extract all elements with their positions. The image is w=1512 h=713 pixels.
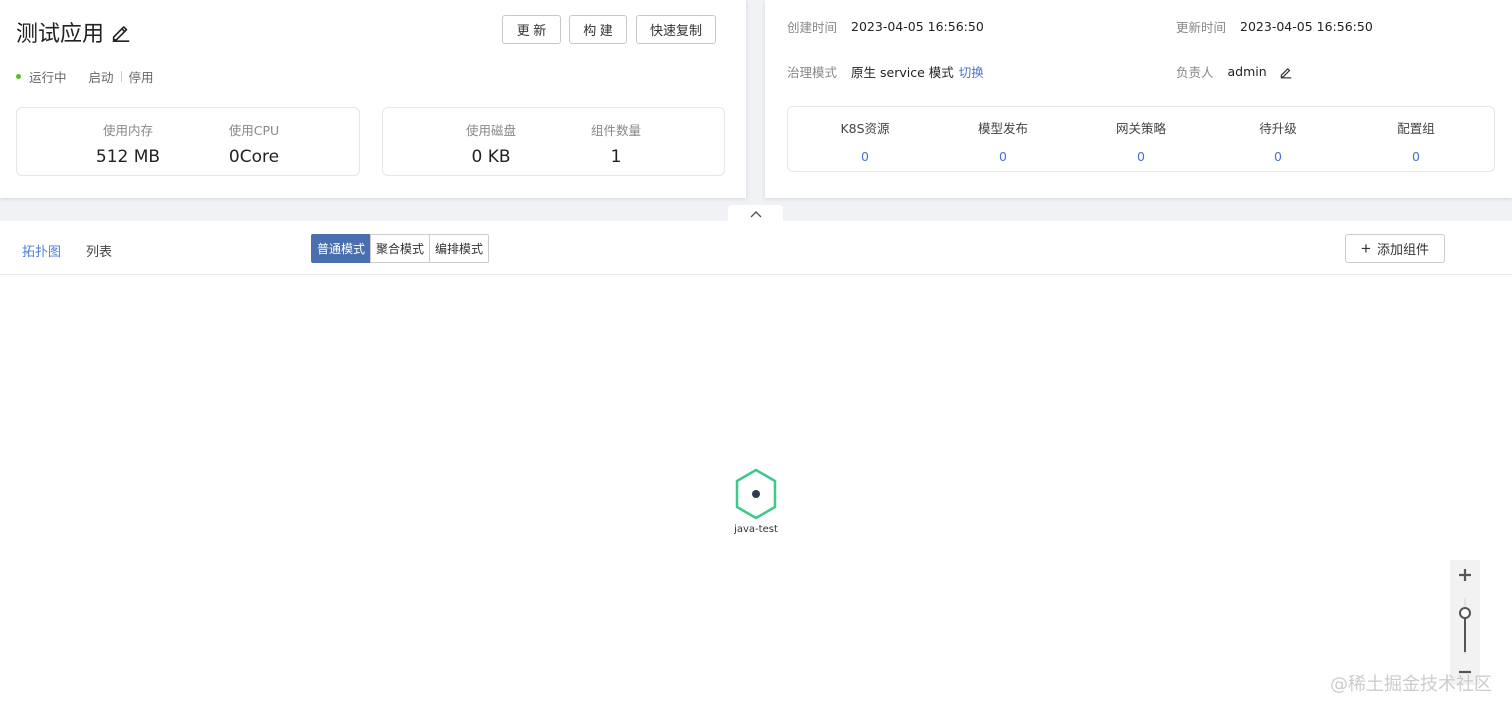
tab-topology[interactable]: 拓扑图 (22, 241, 61, 260)
memory-label: 使用内存 (102, 123, 153, 138)
stat-label: 网关策略 (1115, 121, 1166, 136)
edit-name-icon[interactable] (110, 21, 132, 43)
owner: 负责人 admin (1176, 62, 1293, 81)
updated-label: 更新时间 (1176, 20, 1227, 35)
disk-value: 0 KB (471, 147, 511, 167)
running-status-dot (16, 74, 21, 79)
stat-gateway-policy[interactable]: 网关策略 0 (1081, 118, 1201, 164)
zoom-slider-handle[interactable] (1459, 607, 1471, 619)
normal-mode-button[interactable]: 普通模式 (311, 234, 372, 263)
stat-pending-upgrade[interactable]: 待升级 0 (1218, 118, 1338, 164)
zoom-slider-fill (1464, 616, 1466, 652)
component-count-label: 组件数量 (590, 123, 641, 138)
app-title: 测试应用 (16, 16, 132, 48)
governance-label: 治理模式 (787, 65, 838, 80)
app-overview-card: 测试应用 更 新 构 建 快速复制 运行中 启动 停用 使用内存 512 MB … (0, 0, 746, 198)
edit-owner-icon[interactable] (1279, 65, 1293, 79)
app-info-card: 创建时间 2023-04-05 16:56:50 更新时间 2023-04-05… (765, 0, 1512, 198)
governance-value: 原生 service 模式 (851, 65, 954, 80)
stat-label: 模型发布 (977, 121, 1028, 136)
tab-list[interactable]: 列表 (86, 241, 112, 260)
stat-value[interactable]: 0 (943, 149, 1063, 164)
stat-value[interactable]: 0 (1356, 149, 1476, 164)
app-name: 测试应用 (16, 22, 105, 47)
component-count-value: 1 (610, 147, 622, 167)
stat-label: K8S资源 (840, 121, 890, 136)
aggregate-mode-button[interactable]: 聚合模式 (370, 234, 431, 263)
status-row: 运行中 启动 停用 (16, 67, 154, 86)
add-component-label: 添加组件 (1376, 242, 1429, 257)
stat-value[interactable]: 0 (1081, 149, 1201, 164)
stat-value[interactable]: 0 (805, 149, 925, 164)
stat-model-release[interactable]: 模型发布 0 (943, 118, 1063, 164)
quick-copy-button[interactable]: 快速复制 (636, 15, 716, 44)
stat-label: 待升级 (1259, 121, 1297, 136)
topology-node[interactable]: java-test (733, 468, 779, 535)
resource-stats-box: K8S资源 0 模型发布 0 网关策略 0 待升级 0 配置组 0 (787, 106, 1495, 172)
service-node-icon[interactable] (734, 468, 778, 520)
add-component-button[interactable]: + 添加组件 (1345, 234, 1445, 263)
cpu-value: 0Core (228, 147, 280, 167)
governance-mode: 治理模式 原生 service 模式 切换 (787, 62, 984, 81)
disk-metric: 使用磁盘 0 KB (431, 120, 551, 167)
stat-value[interactable]: 0 (1218, 149, 1338, 164)
node-label: java-test (734, 524, 778, 535)
plus-icon: + (1361, 239, 1371, 258)
status-text: 运行中 (29, 70, 67, 85)
stat-k8s-resources[interactable]: K8S资源 0 (805, 118, 925, 164)
cpu-metric: 使用CPU 0Core (194, 120, 314, 167)
created-label: 创建时间 (787, 20, 838, 35)
created-time: 创建时间 2023-04-05 16:56:50 (787, 17, 984, 36)
stop-link[interactable]: 停用 (129, 67, 154, 86)
mode-switcher: 普通模式 聚合模式 编排模式 (311, 234, 490, 263)
zoom-control (1450, 560, 1480, 685)
build-button[interactable]: 构 建 (569, 15, 627, 44)
start-link[interactable]: 启动 (89, 67, 114, 86)
updated-time: 更新时间 2023-04-05 16:56:50 (1176, 17, 1373, 36)
zoom-in-icon[interactable] (1457, 567, 1473, 583)
chevron-up-icon (750, 211, 761, 218)
stat-label: 配置组 (1397, 121, 1435, 136)
cpu-label: 使用CPU (228, 123, 280, 138)
created-value: 2023-04-05 16:56:50 (851, 19, 984, 34)
divider (120, 71, 122, 82)
updated-value: 2023-04-05 16:56:50 (1240, 19, 1373, 34)
memory-value: 512 MB (95, 147, 161, 167)
owner-label: 负责人 (1176, 65, 1214, 80)
memory-metric: 使用内存 512 MB (68, 120, 188, 167)
resource-metrics-box: 使用内存 512 MB 使用CPU 0Core (16, 107, 360, 176)
topology-panel: 拓扑图 列表 普通模式 聚合模式 编排模式 + 添加组件 java-test @… (0, 221, 1512, 713)
topology-toolbar: 拓扑图 列表 普通模式 聚合模式 编排模式 + 添加组件 (0, 221, 1512, 275)
watermark: @稀土掘金技术社区 (1330, 674, 1492, 695)
component-count-metric: 组件数量 1 (556, 120, 676, 167)
stat-config-group[interactable]: 配置组 0 (1356, 118, 1476, 164)
governance-switch-link[interactable]: 切换 (959, 62, 984, 81)
owner-value: admin (1227, 64, 1267, 79)
update-button[interactable]: 更 新 (502, 15, 561, 44)
storage-metrics-box: 使用磁盘 0 KB 组件数量 1 (382, 107, 725, 176)
orchestrate-mode-button[interactable]: 编排模式 (429, 234, 490, 263)
disk-label: 使用磁盘 (465, 123, 516, 138)
